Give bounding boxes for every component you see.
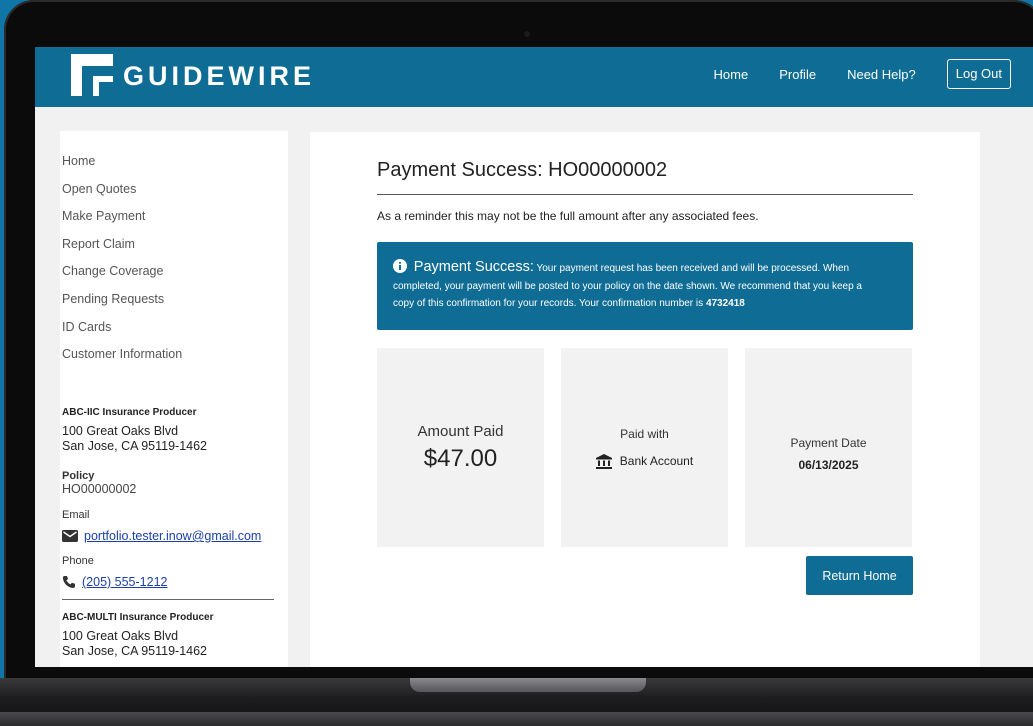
producer-divider	[62, 599, 274, 600]
payment-date-label: Payment Date	[790, 435, 867, 450]
producer-address-line2: San Jose, CA 95119-1462	[62, 439, 208, 453]
alert-line-3: copy of this confirmation for your recor…	[393, 295, 897, 313]
producer2-info: ABC-MULTI Insurance Producer 100 Great O…	[62, 612, 274, 659]
phone-link[interactable]: (205) 555-1212	[82, 575, 167, 589]
sidebar: Home Open Quotes Make Payment Report Cla…	[60, 131, 288, 667]
sidebar-item-customer-information[interactable]: Customer Information	[62, 346, 182, 374]
amount-paid-tile: Amount Paid $47.00	[377, 348, 544, 547]
page-title: Payment Success: HO00000002	[377, 159, 668, 181]
producer2-address-line1: 100 Great Oaks Blvd	[62, 629, 179, 643]
producer-name: ABC-IIC Insurance Producer	[62, 407, 197, 418]
producer2-name: ABC-MULTI Insurance Producer	[62, 612, 214, 623]
sidebar-item-home[interactable]: Home	[62, 153, 182, 181]
alert-title: Payment Success:	[413, 259, 534, 275]
sidebar-item-make-payment[interactable]: Make Payment	[62, 208, 182, 236]
alert-text-1: Your payment request has been received a…	[536, 263, 850, 274]
logout-button[interactable]: Log Out	[946, 59, 1011, 89]
email-row: portfolio.tester.inow@gmail.com	[62, 529, 274, 543]
logo[interactable]: GUIDEWIRE	[71, 54, 315, 96]
camera	[524, 31, 530, 37]
top-nav: Home Profile Need Help? Log Out	[683, 59, 1011, 89]
return-home-button[interactable]: Return Home	[806, 556, 913, 595]
mail-icon	[62, 530, 78, 542]
alert-text-2: completed, your payment will be posted t…	[393, 280, 862, 292]
paid-with-value: Bank Account	[619, 454, 694, 468]
main-content: Payment Success: HO00000002 As a reminde…	[310, 132, 980, 667]
header: GUIDEWIRE Home Profile Need Help? Log Ou…	[35, 47, 1033, 107]
logo-mark-icon	[71, 54, 113, 96]
payment-summary: Amount Paid $47.00 Paid with Bank Accoun…	[377, 348, 912, 547]
policy-label: Policy	[62, 470, 95, 482]
phone-label: Phone	[62, 555, 94, 567]
producer-info: ABC-IIC Insurance Producer 100 Great Oak…	[62, 407, 274, 659]
phone-icon	[62, 576, 75, 588]
laptop-notch	[410, 678, 646, 692]
nav-need-help[interactable]: Need Help?	[847, 67, 916, 82]
phone-row: (205) 555-1212	[62, 575, 274, 589]
nav-profile[interactable]: Profile	[779, 67, 816, 82]
sidebar-item-pending-requests[interactable]: Pending Requests	[62, 291, 182, 319]
policy-value: HO00000002	[62, 482, 137, 496]
producer-address-line1: 100 Great Oaks Blvd	[62, 424, 179, 438]
alert-line-1: Payment Success: Your payment request ha…	[393, 259, 897, 278]
sidebar-item-id-cards[interactable]: ID Cards	[62, 319, 182, 347]
info-icon	[393, 259, 407, 273]
bank-icon	[595, 453, 612, 469]
screen: GUIDEWIRE Home Profile Need Help? Log Ou…	[35, 47, 1033, 667]
email-label: Email	[62, 509, 90, 521]
laptop-edge	[0, 712, 1033, 726]
logo-text: GUIDEWIRE	[123, 60, 316, 91]
payment-date-tile: Payment Date 06/13/2025	[745, 348, 912, 547]
payment-date-value: 06/13/2025	[798, 457, 859, 472]
sidebar-item-open-quotes[interactable]: Open Quotes	[62, 181, 182, 209]
title-divider	[377, 194, 913, 195]
nav-home[interactable]: Home	[714, 67, 749, 82]
success-alert: Payment Success: Your payment request ha…	[377, 242, 913, 330]
paid-with-label: Paid with	[620, 426, 669, 441]
alert-text-3: copy of this confirmation for your recor…	[393, 298, 704, 309]
paid-with-row: Bank Account	[595, 453, 694, 469]
amount-paid-value: $47.00	[423, 444, 498, 472]
sidebar-nav: Home Open Quotes Make Payment Report Cla…	[62, 153, 182, 374]
paid-with-tile: Paid with Bank Account	[561, 348, 728, 547]
producer2-address-line2: San Jose, CA 95119-1462	[62, 644, 208, 658]
reminder-text: As a reminder this may not be the full a…	[377, 209, 759, 223]
email-link[interactable]: portfolio.tester.inow@gmail.com	[84, 529, 261, 543]
confirmation-number: 4732418	[705, 298, 745, 309]
sidebar-item-report-claim[interactable]: Report Claim	[62, 236, 182, 264]
amount-paid-label: Amount Paid	[417, 422, 504, 440]
sidebar-item-change-coverage[interactable]: Change Coverage	[62, 263, 182, 291]
